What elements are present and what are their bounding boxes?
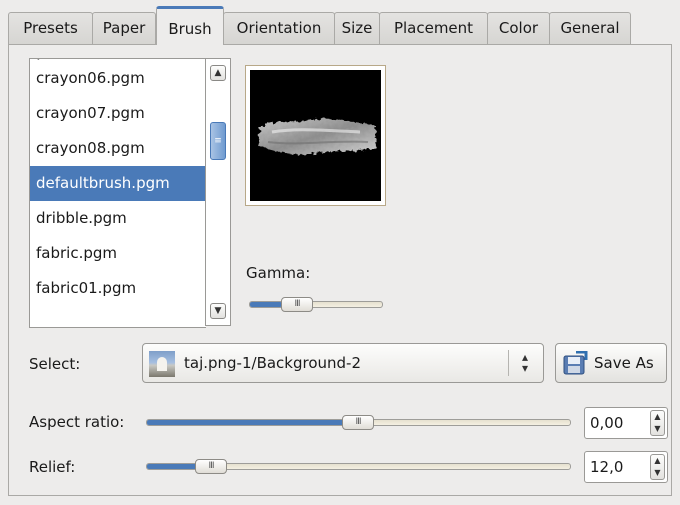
select-combo[interactable]: taj.png-1/Background-2 ▴ ▾	[142, 343, 544, 383]
select-label: Select:	[29, 355, 81, 373]
relief-slider-handle[interactable]: III	[195, 459, 227, 474]
gamma-slider-fill	[250, 302, 282, 307]
gamma-label: Gamma:	[246, 264, 311, 282]
aspect-ratio-stepper-icon[interactable]: ▲ ▼	[650, 410, 665, 436]
list-item[interactable]: fabric01.pgm	[30, 271, 206, 306]
save-as-label: Save As	[594, 354, 654, 372]
tab-orientation[interactable]: Orientation	[223, 12, 335, 44]
brush-preview-image	[250, 70, 381, 201]
relief-stepper-icon[interactable]: ▲ ▼	[650, 454, 665, 480]
save-as-button[interactable]: Save As	[555, 343, 667, 383]
brush-list-scrollbar[interactable]: ▲ ≡ ▼	[205, 58, 231, 326]
list-item[interactable]: dribble.pgm	[30, 201, 206, 236]
list-item[interactable]: crayon06.pgm	[30, 61, 206, 96]
tab-bar: Presets Paper Brush Orientation Size Pla…	[8, 6, 672, 45]
gamma-slider[interactable]	[249, 301, 383, 308]
tab-paper[interactable]: Paper	[92, 12, 156, 44]
relief-label: Relief:	[29, 458, 76, 476]
scroll-down-icon[interactable]: ▼	[210, 303, 226, 319]
tab-presets[interactable]: Presets	[8, 12, 93, 44]
aspect-ratio-slider-handle[interactable]: III	[342, 415, 374, 430]
scroll-up-icon[interactable]: ▲	[210, 65, 226, 81]
brush-preview-frame	[245, 65, 386, 206]
relief-value[interactable]: 12,0	[590, 458, 623, 476]
list-item[interactable]: crayon08.pgm	[30, 131, 206, 166]
tab-size[interactable]: Size	[334, 12, 380, 44]
aspect-ratio-label: Aspect ratio:	[29, 413, 125, 431]
aspect-ratio-value[interactable]: 0,00	[590, 414, 623, 432]
save-icon	[563, 351, 588, 375]
brush-list[interactable]: · crayon06.pgm crayon07.pgm crayon08.pgm…	[29, 58, 206, 328]
tab-color[interactable]: Color	[487, 12, 550, 44]
combo-separator	[508, 350, 509, 376]
list-item-selected[interactable]: defaultbrush.pgm	[30, 166, 206, 201]
brush-stroke-icon	[258, 118, 376, 155]
tab-brush[interactable]: Brush	[156, 6, 224, 45]
list-item[interactable]: crayon07.pgm	[30, 96, 206, 131]
image-thumbnail	[149, 351, 175, 377]
tab-placement[interactable]: Placement	[379, 12, 488, 44]
select-combo-value: taj.png-1/Background-2	[184, 354, 362, 372]
scroll-thumb[interactable]: ≡	[210, 122, 226, 160]
aspect-ratio-spinbutton[interactable]: 0,00 ▲ ▼	[584, 407, 668, 439]
relief-spinbutton[interactable]: 12,0 ▲ ▼	[584, 451, 668, 483]
gamma-slider-handle[interactable]: III	[281, 297, 313, 312]
combo-arrows-icon: ▴ ▾	[521, 350, 529, 375]
tab-general[interactable]: General	[549, 12, 631, 44]
list-item[interactable]: fabric.pgm	[30, 236, 206, 271]
aspect-ratio-slider-fill	[147, 420, 359, 425]
